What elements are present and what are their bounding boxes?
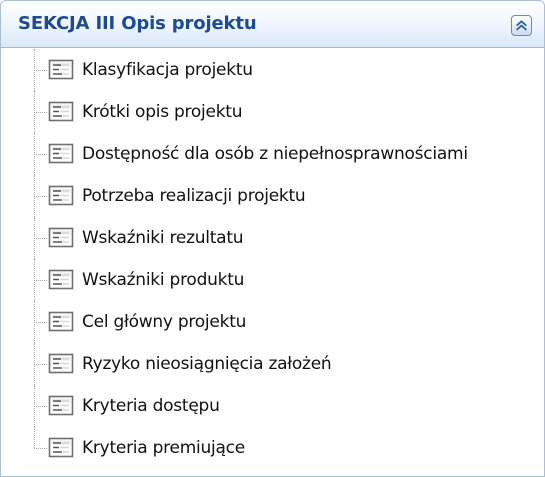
tree-connector-horizontal: [34, 280, 47, 281]
tree-item-ryzyko[interactable]: Ryzyko nieosiągnięcia założeń: [1, 343, 544, 385]
tree-item-label: Wskaźniki produktu: [82, 270, 245, 290]
section-tree-list: Klasyfikacja projektu Krótki opis projek…: [1, 49, 544, 476]
tree-item-label: Potrzeba realizacji projektu: [82, 186, 306, 206]
form-list-icon: [48, 143, 74, 164]
tree-item-label: Klasyfikacja projektu: [82, 60, 253, 80]
tree-connector-horizontal: [34, 112, 47, 113]
tree-item-label: Ryzyko nieosiągnięcia założeń: [82, 354, 332, 374]
form-list-icon: [48, 353, 74, 374]
double-chevron-up-icon: [516, 20, 527, 31]
form-list-icon: [48, 227, 74, 248]
tree-item-wskazniki-rezultatu[interactable]: Wskaźniki rezultatu: [1, 217, 544, 259]
tree-item-krotki-opis-projektu[interactable]: Krótki opis projektu: [1, 91, 544, 133]
tree-item-dostepnosc[interactable]: Dostępność dla osób z niepełnosprawności…: [1, 133, 544, 175]
form-list-icon: [48, 185, 74, 206]
form-list-icon: [48, 101, 74, 122]
tree-item-label: Wskaźniki rezultatu: [82, 228, 244, 248]
tree-item-label: Cel główny projektu: [82, 312, 247, 332]
tree-item-label: Dostępność dla osób z niepełnosprawności…: [82, 144, 468, 164]
tree-item-kryteria-dostepu[interactable]: Kryteria dostępu: [1, 385, 544, 427]
tree-item-potrzeba-realizacji[interactable]: Potrzeba realizacji projektu: [1, 175, 544, 217]
tree-connector-horizontal: [34, 322, 47, 323]
tree-item-label: Krótki opis projektu: [82, 102, 243, 122]
tree-item-label: Kryteria premiujące: [82, 438, 245, 458]
tree-connector-horizontal: [34, 448, 47, 449]
tree-item-kryteria-premiujace[interactable]: Kryteria premiujące: [1, 427, 544, 469]
tree-connector-horizontal: [34, 238, 47, 239]
tree-connector-horizontal: [34, 196, 47, 197]
section-header: SEKCJA III Opis projektu: [1, 1, 544, 48]
collapse-section-button[interactable]: [511, 15, 532, 36]
form-list-icon: [48, 59, 74, 80]
form-list-icon: [48, 269, 74, 290]
tree-item-klasyfikacja-projektu[interactable]: Klasyfikacja projektu: [1, 49, 544, 91]
tree-connector-horizontal: [34, 364, 47, 365]
form-list-icon: [48, 395, 74, 416]
tree-connector-vertical: [34, 427, 35, 448]
section-panel: SEKCJA III Opis projektu Klasyfikacja pr…: [0, 0, 545, 477]
tree-connector-horizontal: [34, 70, 47, 71]
section-title: SEKCJA III Opis projektu: [18, 13, 257, 34]
tree-item-wskazniki-produktu[interactable]: Wskaźniki produktu: [1, 259, 544, 301]
tree-item-label: Kryteria dostępu: [82, 396, 220, 416]
tree-connector-horizontal: [34, 406, 47, 407]
tree-connector-horizontal: [34, 154, 47, 155]
tree-item-cel-glowny[interactable]: Cel główny projektu: [1, 301, 544, 343]
form-list-icon: [48, 437, 74, 458]
form-list-icon: [48, 311, 74, 332]
